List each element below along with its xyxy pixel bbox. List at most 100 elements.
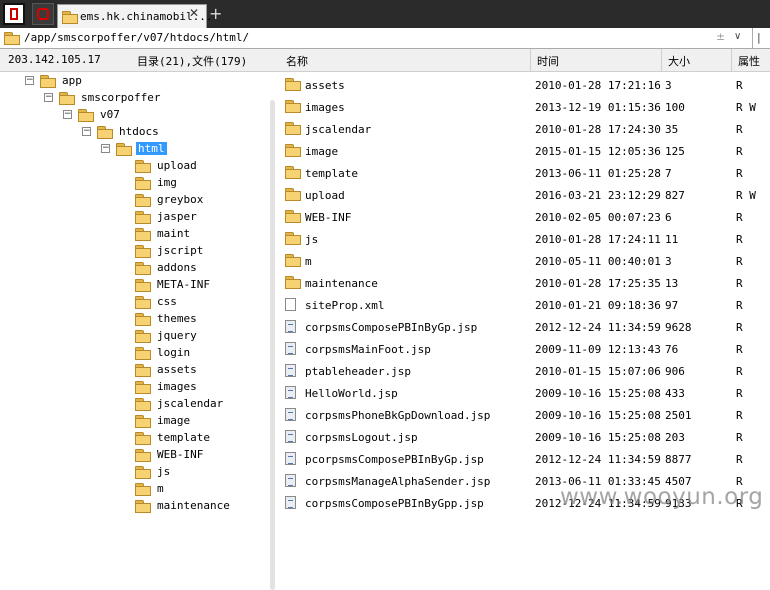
file-attr: R <box>736 365 743 378</box>
terminal-icon[interactable] <box>32 3 54 25</box>
folder-icon <box>285 144 301 157</box>
tree-item-label: jscript <box>157 244 204 257</box>
file-row[interactable]: corpsmsComposePBInByGp.jsp 2012-12-24 11:… <box>276 316 770 338</box>
folder-icon <box>135 381 151 394</box>
file-name: siteProp.xml <box>305 299 385 312</box>
file-row[interactable]: upload 2016-03-21 23:12:29 827 R W <box>276 184 770 206</box>
tree-item-label: upload <box>157 159 197 172</box>
jsp-file-icon <box>285 386 296 399</box>
tree-item-label: smscorpoffer <box>81 91 161 104</box>
tree-item-label: jscalendar <box>157 397 224 410</box>
tree-item-label: v07 <box>100 108 120 121</box>
column-attr[interactable]: 属性 <box>738 53 760 69</box>
file-size: 8877 <box>665 453 692 466</box>
collapse-icon[interactable]: − <box>63 110 72 119</box>
file-row[interactable]: pcorpsmsComposePBInByGp.jsp 2012-12-24 11… <box>276 448 770 470</box>
file-row[interactable]: js 2010-01-28 17:24:11 11 R <box>276 228 770 250</box>
folder-icon <box>285 166 301 179</box>
tree-item-label: js <box>157 465 171 478</box>
file-row[interactable]: images 2013-12-19 01:15:36 100 R W <box>276 96 770 118</box>
file-size: 7 <box>665 167 672 180</box>
file-row[interactable]: maintenance 2010-01-28 17:25:35 13 R <box>276 272 770 294</box>
tree-item-label: WEB-INF <box>157 448 204 461</box>
file-list: assets 2010-01-28 17:21:16 3 R images 2013-12… <box>276 72 770 528</box>
new-tab-icon[interactable]: + <box>209 4 222 23</box>
file-time: 2010-01-28 17:25:35 <box>535 277 661 290</box>
file-time: 2010-01-28 17:24:11 <box>535 233 661 246</box>
file-attr: R <box>736 145 743 158</box>
tree-item-label: app <box>62 74 82 87</box>
file-row[interactable]: HelloWorld.jsp 2009-10-16 15:25:08 433 R <box>276 382 770 404</box>
folder-icon <box>135 364 151 377</box>
column-name[interactable]: 名称 <box>286 53 308 69</box>
column-divider[interactable] <box>731 49 732 71</box>
pane-splitter[interactable] <box>269 72 276 590</box>
collapse-icon[interactable]: − <box>25 76 34 85</box>
file-name: HelloWorld.jsp <box>305 387 398 400</box>
tree-item-label: META-INF <box>157 278 210 291</box>
tree-item-label: assets <box>157 363 197 376</box>
close-tab-icon[interactable]: ✕ <box>189 6 199 20</box>
column-divider[interactable] <box>530 49 531 71</box>
folder-icon <box>97 126 113 139</box>
file-size: 906 <box>665 365 685 378</box>
tree-item-label: images <box>157 380 197 393</box>
file-row[interactable]: assets 2010-01-28 17:21:16 3 R <box>276 74 770 96</box>
menu-icon[interactable]: | <box>757 31 761 44</box>
file-row[interactable]: siteProp.xml 2010-01-21 09:18:36 97 R <box>276 294 770 316</box>
folder-icon <box>135 415 151 428</box>
file-size: 203 <box>665 431 685 444</box>
file-row[interactable]: WEB-INF 2010-02-05 00:07:23 6 R <box>276 206 770 228</box>
tree-item-label: addons <box>157 261 197 274</box>
file-size: 3 <box>665 255 672 268</box>
column-time[interactable]: 时间 <box>537 53 559 69</box>
file-attr: R <box>736 343 743 356</box>
file-row[interactable]: corpsmsMainFoot.jsp 2009-11-09 12:13:43 76… <box>276 338 770 360</box>
file-attr: R <box>736 277 743 290</box>
file-attr: R <box>736 431 743 444</box>
tree-item-label: maintenance <box>157 499 230 512</box>
file-name: js <box>305 233 319 246</box>
folder-icon <box>135 466 151 479</box>
file-name: corpsmsManageAlphaSender.jsp <box>305 475 491 488</box>
file-row[interactable]: m 2010-05-11 00:40:01 3 R <box>276 250 770 272</box>
file-row[interactable]: template 2013-06-11 01:25:28 7 R <box>276 162 770 184</box>
tab-active[interactable]: ems.hk.chinamobil... <box>57 4 212 28</box>
chevron-down-icon[interactable]: ∨ <box>734 31 741 42</box>
tree-item-label: img <box>157 176 177 189</box>
folder-icon <box>285 78 301 91</box>
file-size: 125 <box>665 145 685 158</box>
column-divider[interactable] <box>661 49 662 71</box>
file-name: upload <box>305 189 345 202</box>
file-time: 2010-02-05 00:07:23 <box>535 211 661 224</box>
folder-icon <box>59 92 75 105</box>
file-row[interactable]: ptableheader.jsp 2010-01-15 15:07:06 906 R <box>276 360 770 382</box>
column-size[interactable]: 大小 <box>668 53 690 69</box>
jsp-file-icon <box>285 430 296 443</box>
app-logo-icon[interactable] <box>3 3 25 25</box>
tree-item-label: image <box>157 414 191 427</box>
folder-icon <box>4 32 20 45</box>
folder-icon <box>135 228 151 241</box>
file-row[interactable]: corpsmsLogout.jsp 2009-10-16 15:25:08 203 R <box>276 426 770 448</box>
folder-icon <box>135 483 151 496</box>
collapse-icon[interactable]: − <box>44 93 53 102</box>
directory-summary: 目录(21),文件(179) <box>137 55 248 68</box>
file-row[interactable]: jscalendar 2010-01-28 17:24:30 35 R <box>276 118 770 140</box>
file-time: 2009-10-16 15:25:08 <box>535 409 661 422</box>
file-size: 11 <box>665 233 679 246</box>
address-path[interactable]: /app/smscorpoffer/v07/htdocs/html/ <box>24 31 249 44</box>
collapse-icon[interactable]: − <box>82 127 91 136</box>
divider <box>752 28 753 48</box>
collapse-icon[interactable]: − <box>101 144 110 153</box>
file-name: ptableheader.jsp <box>305 365 411 378</box>
file-name: images <box>305 101 345 114</box>
file-time: 2010-01-28 17:24:30 <box>535 123 661 136</box>
folder-icon <box>135 211 151 224</box>
file-time: 2010-01-28 17:21:16 <box>535 79 661 92</box>
file-row[interactable]: image 2015-01-15 12:05:36 125 R <box>276 140 770 162</box>
file-row[interactable]: corpsmsPhoneBkGpDownload.jsp 2009-10-16 1… <box>276 404 770 426</box>
up-down-icon[interactable]: ± <box>716 30 725 43</box>
file-time: 2013-12-19 01:15:36 <box>535 101 661 114</box>
file-name: jscalendar <box>305 123 372 136</box>
